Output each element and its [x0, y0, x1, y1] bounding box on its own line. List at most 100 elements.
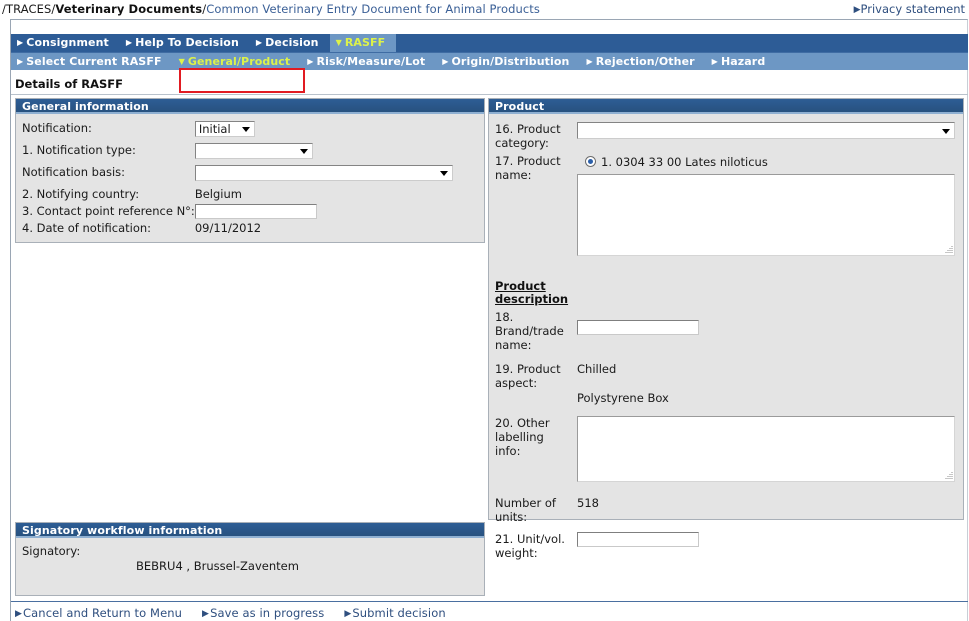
general-information-panel: General information Notification: Initia… — [15, 98, 485, 243]
signatory-workflow-header: Signatory workflow information — [16, 523, 484, 538]
tab-label: RASFF — [344, 36, 386, 49]
traces-cved-rasff-page: /TRACES/Veterinary Documents/Common Vete… — [0, 0, 969, 621]
action-label: Submit decision — [352, 606, 446, 620]
product-brand-input[interactable] — [577, 320, 699, 335]
tab-select-current-rasff[interactable]: ▶ Select Current RASFF — [11, 53, 173, 70]
chevron-down-icon — [439, 171, 448, 176]
notification-select[interactable]: Initial — [194, 121, 255, 137]
product-packaging-value: Polystyrene Box — [577, 391, 669, 405]
tab-origin-distribution[interactable]: ▶ Origin/Distribution — [436, 53, 580, 70]
tab-label: Decision — [265, 36, 319, 49]
product-description-title: Product description — [495, 279, 569, 306]
product-name-radio[interactable] — [585, 156, 596, 167]
product-aspect-value: Chilled — [577, 362, 617, 376]
product-aspect-label: 19. Product aspect: — [495, 362, 561, 390]
contact-point-label: 3. Contact point reference N°: — [22, 204, 195, 218]
product-labelling-label: 20. Other labelling info: — [495, 416, 550, 458]
top-bar: /TRACES/Veterinary Documents/Common Vete… — [0, 0, 969, 19]
tab-help-to-decision[interactable]: ▶ Help To Decision — [120, 34, 250, 52]
triangle-right-icon: ▶ — [853, 5, 861, 15]
notifying-country-label: 2. Notifying country: — [22, 187, 140, 201]
triangle-right-icon: ▶ — [15, 609, 23, 619]
notification-basis-select[interactable] — [194, 165, 453, 181]
product-weight-input[interactable] — [577, 532, 699, 547]
resize-grip-icon[interactable] — [944, 245, 953, 254]
product-weight-label: 21. Unit/vol. weight: — [495, 532, 565, 560]
cancel-and-return-link[interactable]: ▶Cancel and Return to Menu — [15, 606, 182, 620]
general-information-body: Notification: Initial 1. Notification ty… — [16, 114, 484, 243]
product-units-value: 518 — [577, 496, 599, 510]
resize-grip-icon[interactable] — [944, 471, 953, 480]
product-row-name: 17. Product name: 1. 0304 33 00 Lates ni… — [495, 152, 958, 258]
triangle-right-icon: ▶ — [586, 57, 593, 66]
save-as-in-progress-link[interactable]: ▶Save as in progress — [202, 606, 324, 620]
product-units-label: Number of units: — [495, 496, 556, 524]
date-of-notification-label: 4. Date of notification: — [22, 221, 152, 235]
triangle-right-icon: ▶ — [17, 57, 24, 66]
tab-decision[interactable]: ▶ Decision — [250, 34, 330, 52]
page-title: Details of RASFF — [15, 77, 123, 91]
triangle-down-icon: ▼ — [335, 38, 342, 47]
triangle-right-icon: ▶ — [255, 38, 263, 47]
product-body: 16. Product category: 17. Product name: — [489, 114, 963, 568]
breadcrumb-root[interactable]: /TRACES/ — [2, 2, 55, 16]
contact-point-input[interactable] — [194, 204, 317, 219]
product-row-brand: 18. Brand/trade name: — [495, 308, 958, 354]
product-name-option-row[interactable]: 1. 0304 33 00 Lates niloticus — [577, 154, 958, 174]
tab-rasff[interactable]: ▼ RASFF — [329, 34, 397, 52]
secondary-tab-bar: ▶ Select Current RASFF ▼ General/Product ▶… — [11, 52, 968, 70]
triangle-right-icon: ▶ — [442, 57, 449, 66]
product-brand-label: 18. Brand/trade name: — [495, 310, 564, 352]
general-information-header: General information — [16, 99, 484, 114]
product-row-labelling: 20. Other labelling info: — [495, 408, 958, 484]
form-row-date-of-notification: 4. Date of notification: 09/11/2012 — [22, 220, 479, 237]
privacy-statement-label: Privacy statement — [860, 2, 966, 16]
product-row-description-title: Product description — [495, 258, 958, 308]
notifying-country-value: Belgium — [194, 187, 242, 201]
triangle-right-icon: ▶ — [125, 38, 133, 47]
tab-risk-measure-lot[interactable]: ▶ Risk/Measure/Lot — [301, 53, 436, 70]
tab-label: Hazard — [720, 55, 766, 68]
breadcrumb-current[interactable]: Common Veterinary Entry Document for Ani… — [206, 2, 540, 16]
form-row-notifying-country: 2. Notifying country: Belgium — [22, 186, 479, 203]
action-label: Cancel and Return to Menu — [23, 606, 183, 620]
product-name-label: 17. Product name: — [495, 154, 561, 182]
tab-label: Help To Decision — [135, 36, 239, 49]
chevron-down-icon — [942, 128, 950, 134]
product-row-category: 16. Product category: — [495, 120, 958, 152]
signatory-workflow-panel: Signatory workflow information Signatory… — [15, 522, 485, 596]
tab-label: Rejection/Other — [595, 55, 695, 68]
chevron-down-icon — [299, 149, 308, 154]
breadcrumb-section[interactable]: Veterinary Documents — [55, 2, 202, 16]
notification-type-select[interactable] — [194, 143, 313, 159]
tab-hazard[interactable]: ▶ Hazard — [706, 53, 777, 70]
form-row-notification: Notification: Initial — [22, 120, 479, 142]
product-category-label: 16. Product category: — [495, 122, 561, 150]
form-row-notification-basis: Notification basis: — [22, 164, 479, 186]
notification-label: Notification: — [22, 121, 92, 135]
tab-label: General/Product — [187, 55, 291, 68]
privacy-statement-link[interactable]: ▶Privacy statement — [854, 2, 965, 16]
product-name-textarea[interactable] — [577, 174, 955, 256]
breadcrumb: /TRACES/Veterinary Documents/Common Vete… — [2, 2, 540, 16]
product-panel: Product 16. Product category: 17. Produc… — [488, 98, 964, 560]
tab-consignment[interactable]: ▶ Consignment — [11, 34, 120, 52]
title-divider — [11, 94, 968, 95]
product-category-select[interactable] — [577, 122, 955, 139]
tab-rejection-other[interactable]: ▶ Rejection/Other — [580, 53, 705, 70]
notification-basis-label: Notification basis: — [22, 165, 126, 179]
form-row-notification-type: 1. Notification type: — [22, 142, 479, 164]
chevron-down-icon — [241, 127, 250, 132]
signatory-workflow-body: Signatory: BEBRU4 , Brussel-Zaventem — [16, 538, 484, 580]
product-labelling-textarea[interactable] — [577, 416, 955, 482]
primary-tab-bar: ▶ Consignment ▶ Help To Decision ▶ Decision… — [11, 34, 968, 52]
submit-decision-link[interactable]: ▶Submit decision — [344, 606, 445, 620]
tab-general-product[interactable]: ▼ General/Product — [173, 53, 302, 70]
product-row-aspect: 19. Product aspect: Chilled Polystyrene … — [495, 354, 958, 408]
product-name-option-label: 1. 0304 33 00 Lates niloticus — [601, 155, 768, 169]
product-row-units: Number of units: 518 — [495, 484, 958, 526]
product-row-weight: 21. Unit/vol. weight: — [495, 526, 958, 562]
bottom-divider — [11, 601, 968, 602]
signatory-label: Signatory: — [22, 544, 81, 558]
highlight-box-general-product — [179, 68, 305, 93]
